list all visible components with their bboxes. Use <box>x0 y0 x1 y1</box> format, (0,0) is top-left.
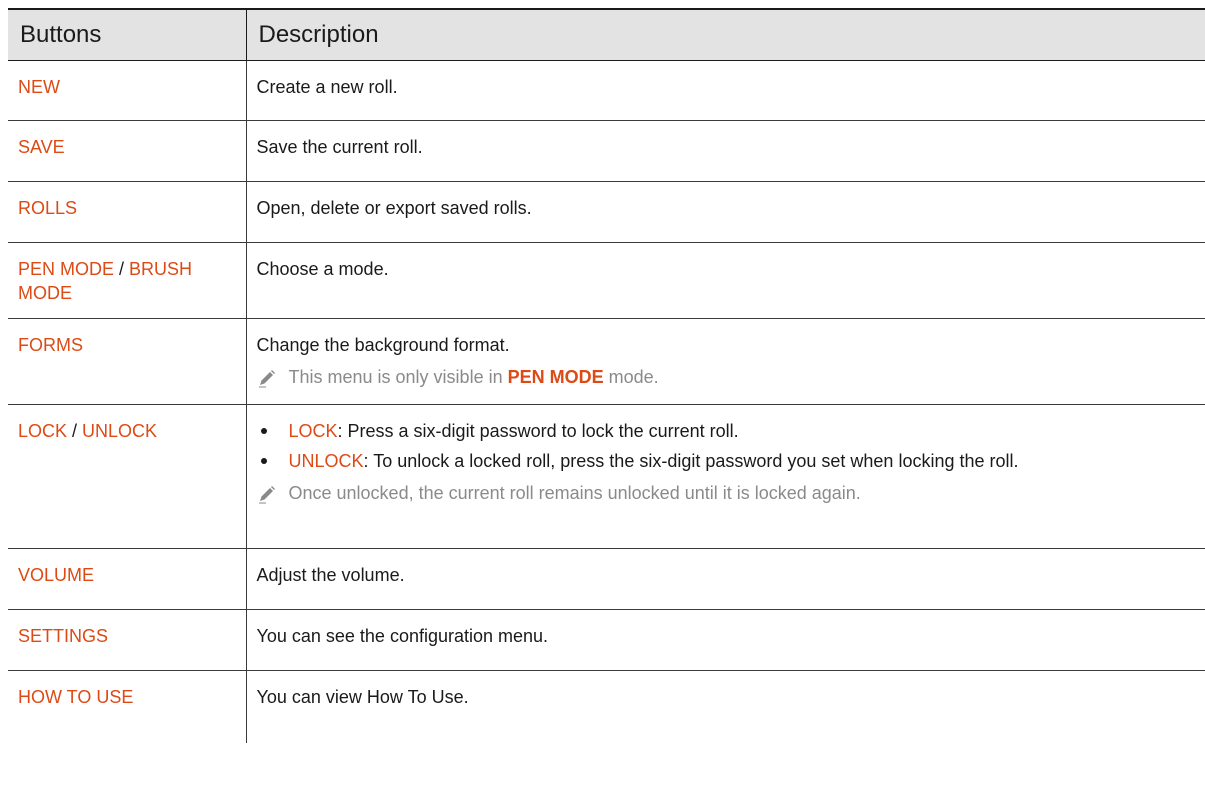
save-button-label[interactable]: SAVE <box>18 137 65 157</box>
description-text: You can view How To Use. <box>256 687 469 707</box>
separator: / <box>67 421 83 441</box>
bullet-dot <box>260 458 267 464</box>
button-cell: SAVE <box>8 120 247 182</box>
bullet-text: : To unlock a locked roll, press the six… <box>363 451 1019 471</box>
buttons-table: Buttons Description NEW Create a new rol… <box>8 8 1205 743</box>
description-cell: Change the background format. This menu … <box>246 318 1205 405</box>
bullet-keyword: UNLOCK <box>288 451 364 471</box>
button-cell: VOLUME <box>8 548 247 610</box>
description-text: Choose a mode. <box>256 259 389 279</box>
description-text: Change the background format. <box>256 335 510 355</box>
note-text: mode. <box>603 367 659 387</box>
table-row: VOLUME Adjust the volume. <box>8 548 1205 610</box>
bullet-text: : Press a six-digit password to lock the… <box>337 421 739 441</box>
header-description: Description <box>246 8 1205 61</box>
rolls-button-label[interactable]: ROLLS <box>18 198 77 218</box>
button-cell: LOCK / UNLOCK <box>8 404 247 549</box>
settings-button-label[interactable]: SETTINGS <box>18 626 108 646</box>
description-cell: LOCK: Press a six-digit password to lock… <box>246 404 1205 549</box>
description-cell: Save the current roll. <box>246 120 1205 182</box>
note-keyword: PEN MODE <box>507 367 604 387</box>
separator: / <box>114 259 130 279</box>
table-row: PEN MODE / BRUSH MODE Choose a mode. <box>8 242 1205 319</box>
pencil-icon <box>258 370 275 388</box>
button-cell: NEW <box>8 60 247 121</box>
table-row: ROLLS Open, delete or export saved rolls… <box>8 181 1205 243</box>
description-cell: You can view How To Use. <box>246 671 1205 743</box>
description-cell: Choose a mode. <box>246 242 1205 319</box>
bullet-item: LOCK: Press a six-digit password to lock… <box>257 419 1205 443</box>
table-row: LOCK / UNLOCK LOCK: Press a six-digit pa… <box>8 404 1205 549</box>
manual-page: Buttons Description NEW Create a new rol… <box>0 0 1205 801</box>
table-row: SETTINGS You can see the configuration m… <box>8 609 1205 671</box>
description-text: You can see the configuration menu. <box>256 626 549 646</box>
button-cell: FORMS <box>8 318 247 405</box>
pen-mode-button-label[interactable]: PEN MODE <box>18 259 114 279</box>
forms-button-label[interactable]: FORMS <box>18 335 83 355</box>
unlock-button-label[interactable]: UNLOCK <box>82 421 157 441</box>
description-text: Save the current roll. <box>256 137 423 157</box>
button-cell: HOW TO USE <box>8 670 247 743</box>
button-cell: SETTINGS <box>8 609 247 671</box>
description-cell: Adjust the volume. <box>246 548 1205 610</box>
pencil-icon <box>258 486 275 504</box>
button-cell: ROLLS <box>8 181 247 243</box>
header-buttons: Buttons <box>8 8 247 61</box>
note: Once unlocked, the current roll remains … <box>257 481 1205 505</box>
bullet-keyword: LOCK <box>288 421 338 441</box>
new-button-label[interactable]: NEW <box>18 77 60 97</box>
note: This menu is only visible in PEN MODE mo… <box>257 365 1205 389</box>
note-text: This menu is only visible in <box>288 367 508 387</box>
note-text: Once unlocked, the current roll remains … <box>288 483 861 503</box>
lock-button-label[interactable]: LOCK <box>18 421 67 441</box>
description-text: Adjust the volume. <box>256 565 405 585</box>
table-row: FORMS Change the background format. This… <box>8 318 1205 405</box>
volume-button-label[interactable]: VOLUME <box>18 565 94 585</box>
bullet-dot <box>260 428 267 434</box>
description-cell: Create a new roll. <box>246 60 1205 121</box>
button-cell: PEN MODE / BRUSH MODE <box>8 242 247 319</box>
how-to-use-button-label[interactable]: HOW TO USE <box>18 687 133 707</box>
table-row: HOW TO USE You can view How To Use. <box>8 670 1205 743</box>
description-text: Open, delete or export saved rolls. <box>256 198 532 218</box>
description-cell: Open, delete or export saved rolls. <box>246 181 1205 243</box>
table-header-row: Buttons Description <box>8 8 1205 61</box>
table-row: SAVE Save the current roll. <box>8 120 1205 182</box>
bullet-item: UNLOCK: To unlock a locked roll, press t… <box>257 449 1205 473</box>
table-row: NEW Create a new roll. <box>8 60 1205 121</box>
description-cell: You can see the configuration menu. <box>246 609 1205 671</box>
description-text: Create a new roll. <box>256 77 398 97</box>
